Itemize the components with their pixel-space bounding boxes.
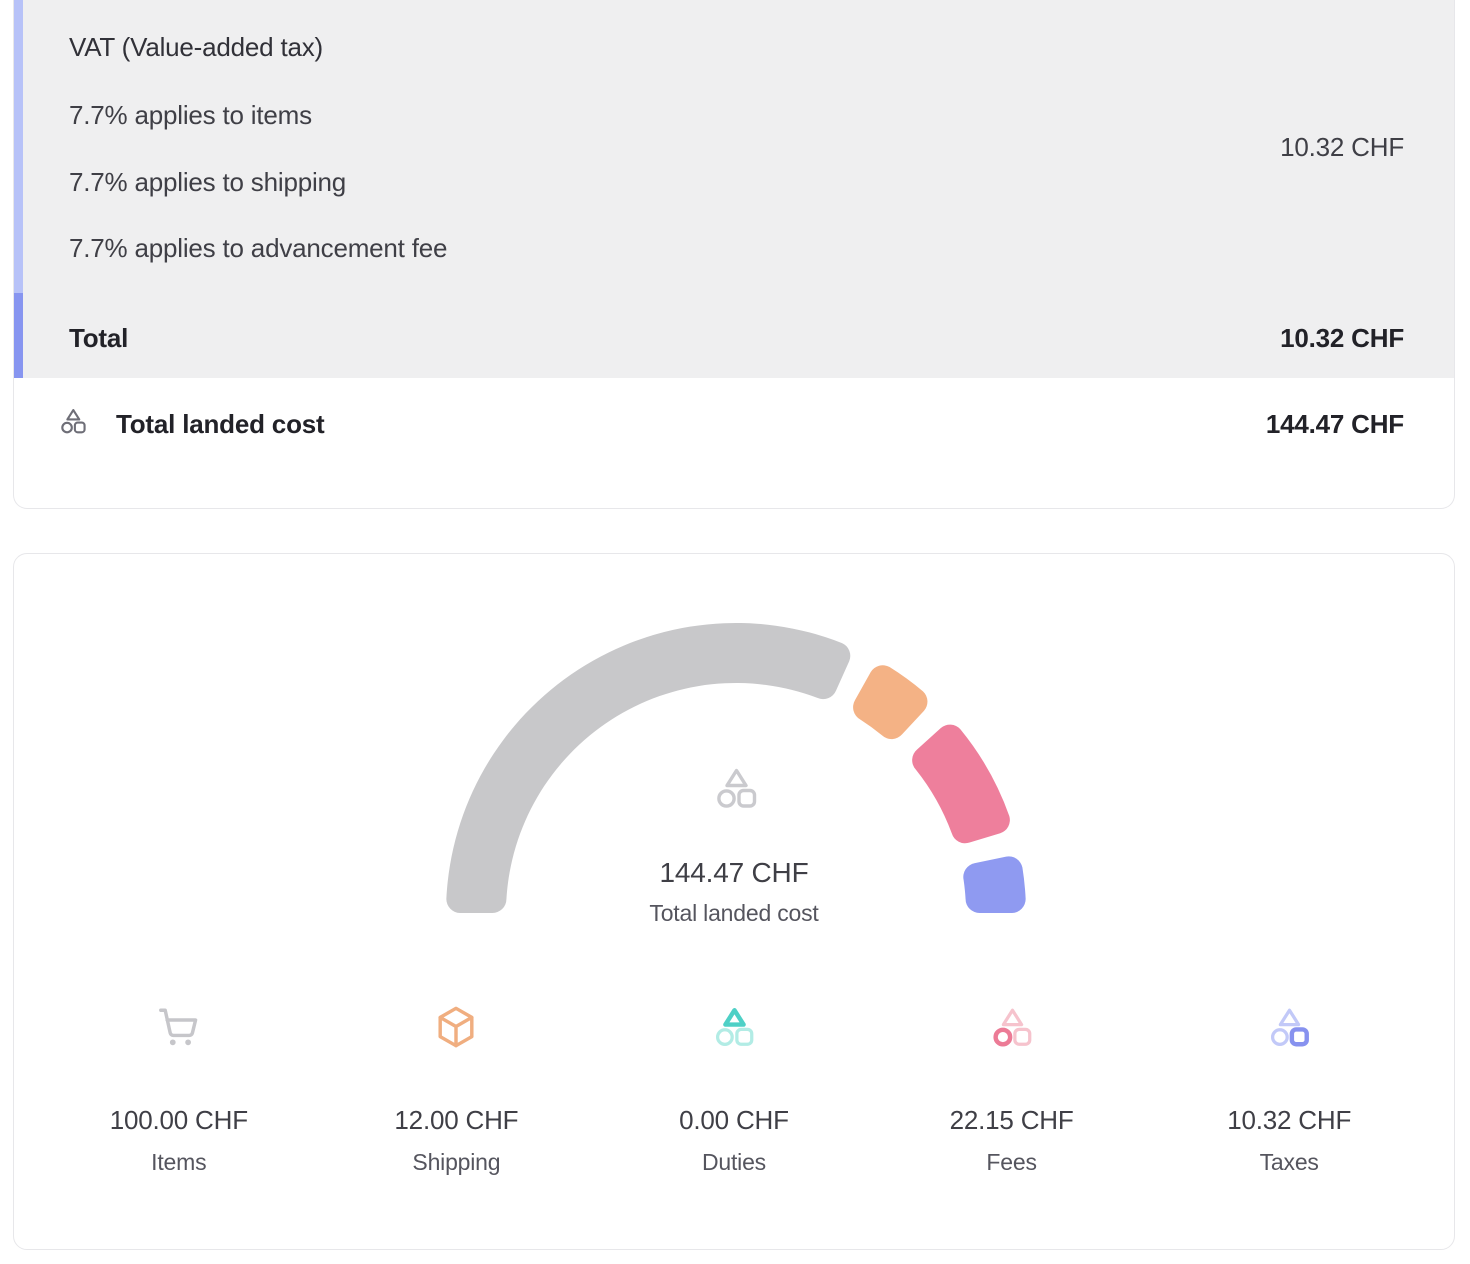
legend-value: 100.00 CHF — [40, 1105, 318, 1136]
tax-detail-panel: VAT (Value-added tax) 7.7% applies to it… — [14, 0, 1454, 378]
vat-title: VAT (Value-added tax) — [69, 32, 323, 63]
vat-rule-shipping: 7.7% applies to shipping — [69, 167, 346, 198]
legend-label: Duties — [595, 1149, 873, 1176]
vat-rule-items: 7.7% applies to items — [69, 100, 312, 131]
total-landed-cost-label: Total landed cost — [116, 409, 324, 440]
gauge-segment-fees — [912, 725, 1010, 844]
legend-label: Items — [40, 1149, 318, 1176]
legend-item-taxes: 10.32 CHF Taxes — [1150, 1004, 1428, 1176]
cost-legend: 100.00 CHF Items 12.00 CHF Shipping 0.00… — [40, 1004, 1428, 1176]
legend-value: 22.15 CHF — [873, 1105, 1151, 1136]
shapes-icon — [711, 1004, 757, 1050]
gauge-total-value: 144.47 CHF — [14, 857, 1454, 889]
legend-item-fees: 22.15 CHF Fees — [873, 1004, 1151, 1176]
legend-label: Fees — [873, 1149, 1151, 1176]
tax-breakdown-card: VAT (Value-added tax) 7.7% applies to it… — [13, 0, 1455, 509]
accent-bar-dark — [14, 293, 23, 378]
legend-label: Taxes — [1150, 1149, 1428, 1176]
landed-cost-chart-card: 144.47 CHF Total landed cost 100.00 CHF … — [13, 553, 1455, 1250]
shapes-icon — [989, 1004, 1035, 1050]
legend-item-items: 100.00 CHF Items — [40, 1004, 318, 1176]
tax-total-label: Total — [69, 323, 128, 354]
legend-value: 10.32 CHF — [1150, 1105, 1428, 1136]
cart-icon — [156, 1004, 202, 1050]
vat-amount: 10.32 CHF — [1280, 132, 1404, 163]
shapes-icon — [712, 764, 760, 812]
shapes-icon — [58, 406, 88, 436]
legend-value: 12.00 CHF — [318, 1105, 596, 1136]
tax-total-amount: 10.32 CHF — [1280, 323, 1404, 354]
total-landed-cost-amount: 144.47 CHF — [1266, 409, 1404, 440]
package-icon — [433, 1004, 479, 1050]
shapes-icon — [1266, 1004, 1312, 1050]
gauge-segment-shipping — [853, 665, 927, 739]
vat-rule-advancement: 7.7% applies to advancement fee — [69, 233, 447, 264]
legend-item-duties: 0.00 CHF Duties — [595, 1004, 873, 1176]
accent-bar-light — [14, 0, 23, 293]
legend-label: Shipping — [318, 1149, 596, 1176]
legend-value: 0.00 CHF — [595, 1105, 873, 1136]
gauge-total-label: Total landed cost — [14, 900, 1454, 927]
legend-item-shipping: 12.00 CHF Shipping — [318, 1004, 596, 1176]
